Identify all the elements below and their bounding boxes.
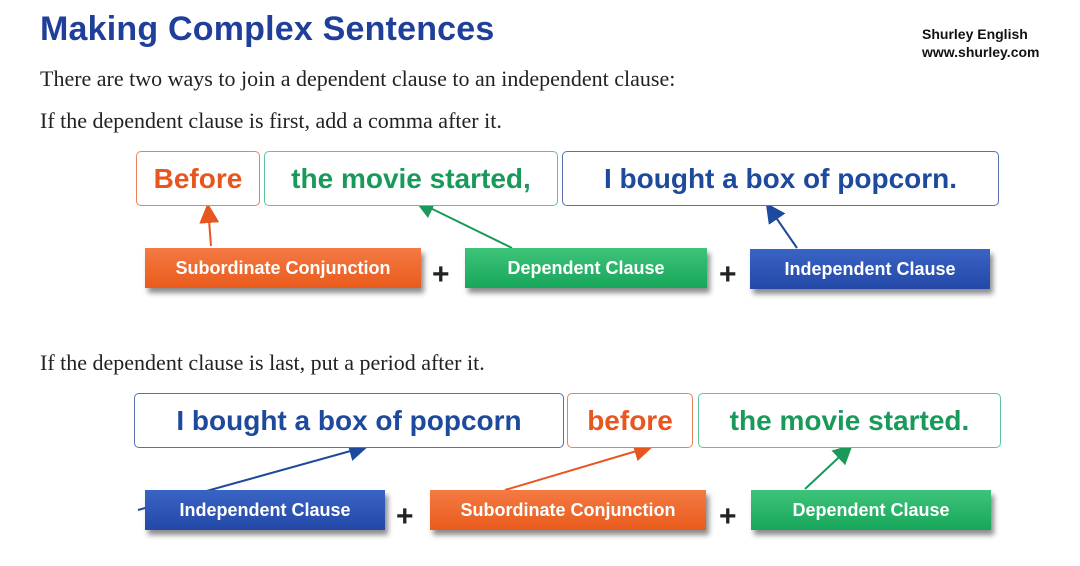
plus-sign: + [719,258,737,291]
example1-label-conjunction: Subordinate Conjunction [145,248,421,288]
rule-2-text: If the dependent clause is last, put a p… [40,350,485,375]
plus-sign: + [396,500,414,533]
arrow-conjunction-2 [504,441,654,491]
plus-sign: + [432,258,450,291]
example2-label-independent: Independent Clause [145,490,385,530]
example2-label-conjunction: Subordinate Conjunction [430,490,706,530]
example2-label-dependent: Dependent Clause [751,490,991,530]
example1-dependent-box: the movie started, [264,151,558,206]
arrow-independent-1 [765,202,798,249]
arrow-conjunction-1 [199,203,220,247]
arrow-dependent-2 [804,444,853,490]
example2-dependent-box: the movie started. [698,393,1001,448]
arrow-dependent-1 [414,200,513,249]
plus-sign: + [719,500,737,533]
example1-label-dependent: Dependent Clause [465,248,707,288]
example2-conjunction-box: before [567,393,693,448]
example2-independent-box: I bought a box of popcorn [134,393,564,448]
example1-independent-box: I bought a box of popcorn. [562,151,999,206]
example1-label-independent: Independent Clause [750,249,990,289]
example1-conjunction-box: Before [136,151,260,206]
